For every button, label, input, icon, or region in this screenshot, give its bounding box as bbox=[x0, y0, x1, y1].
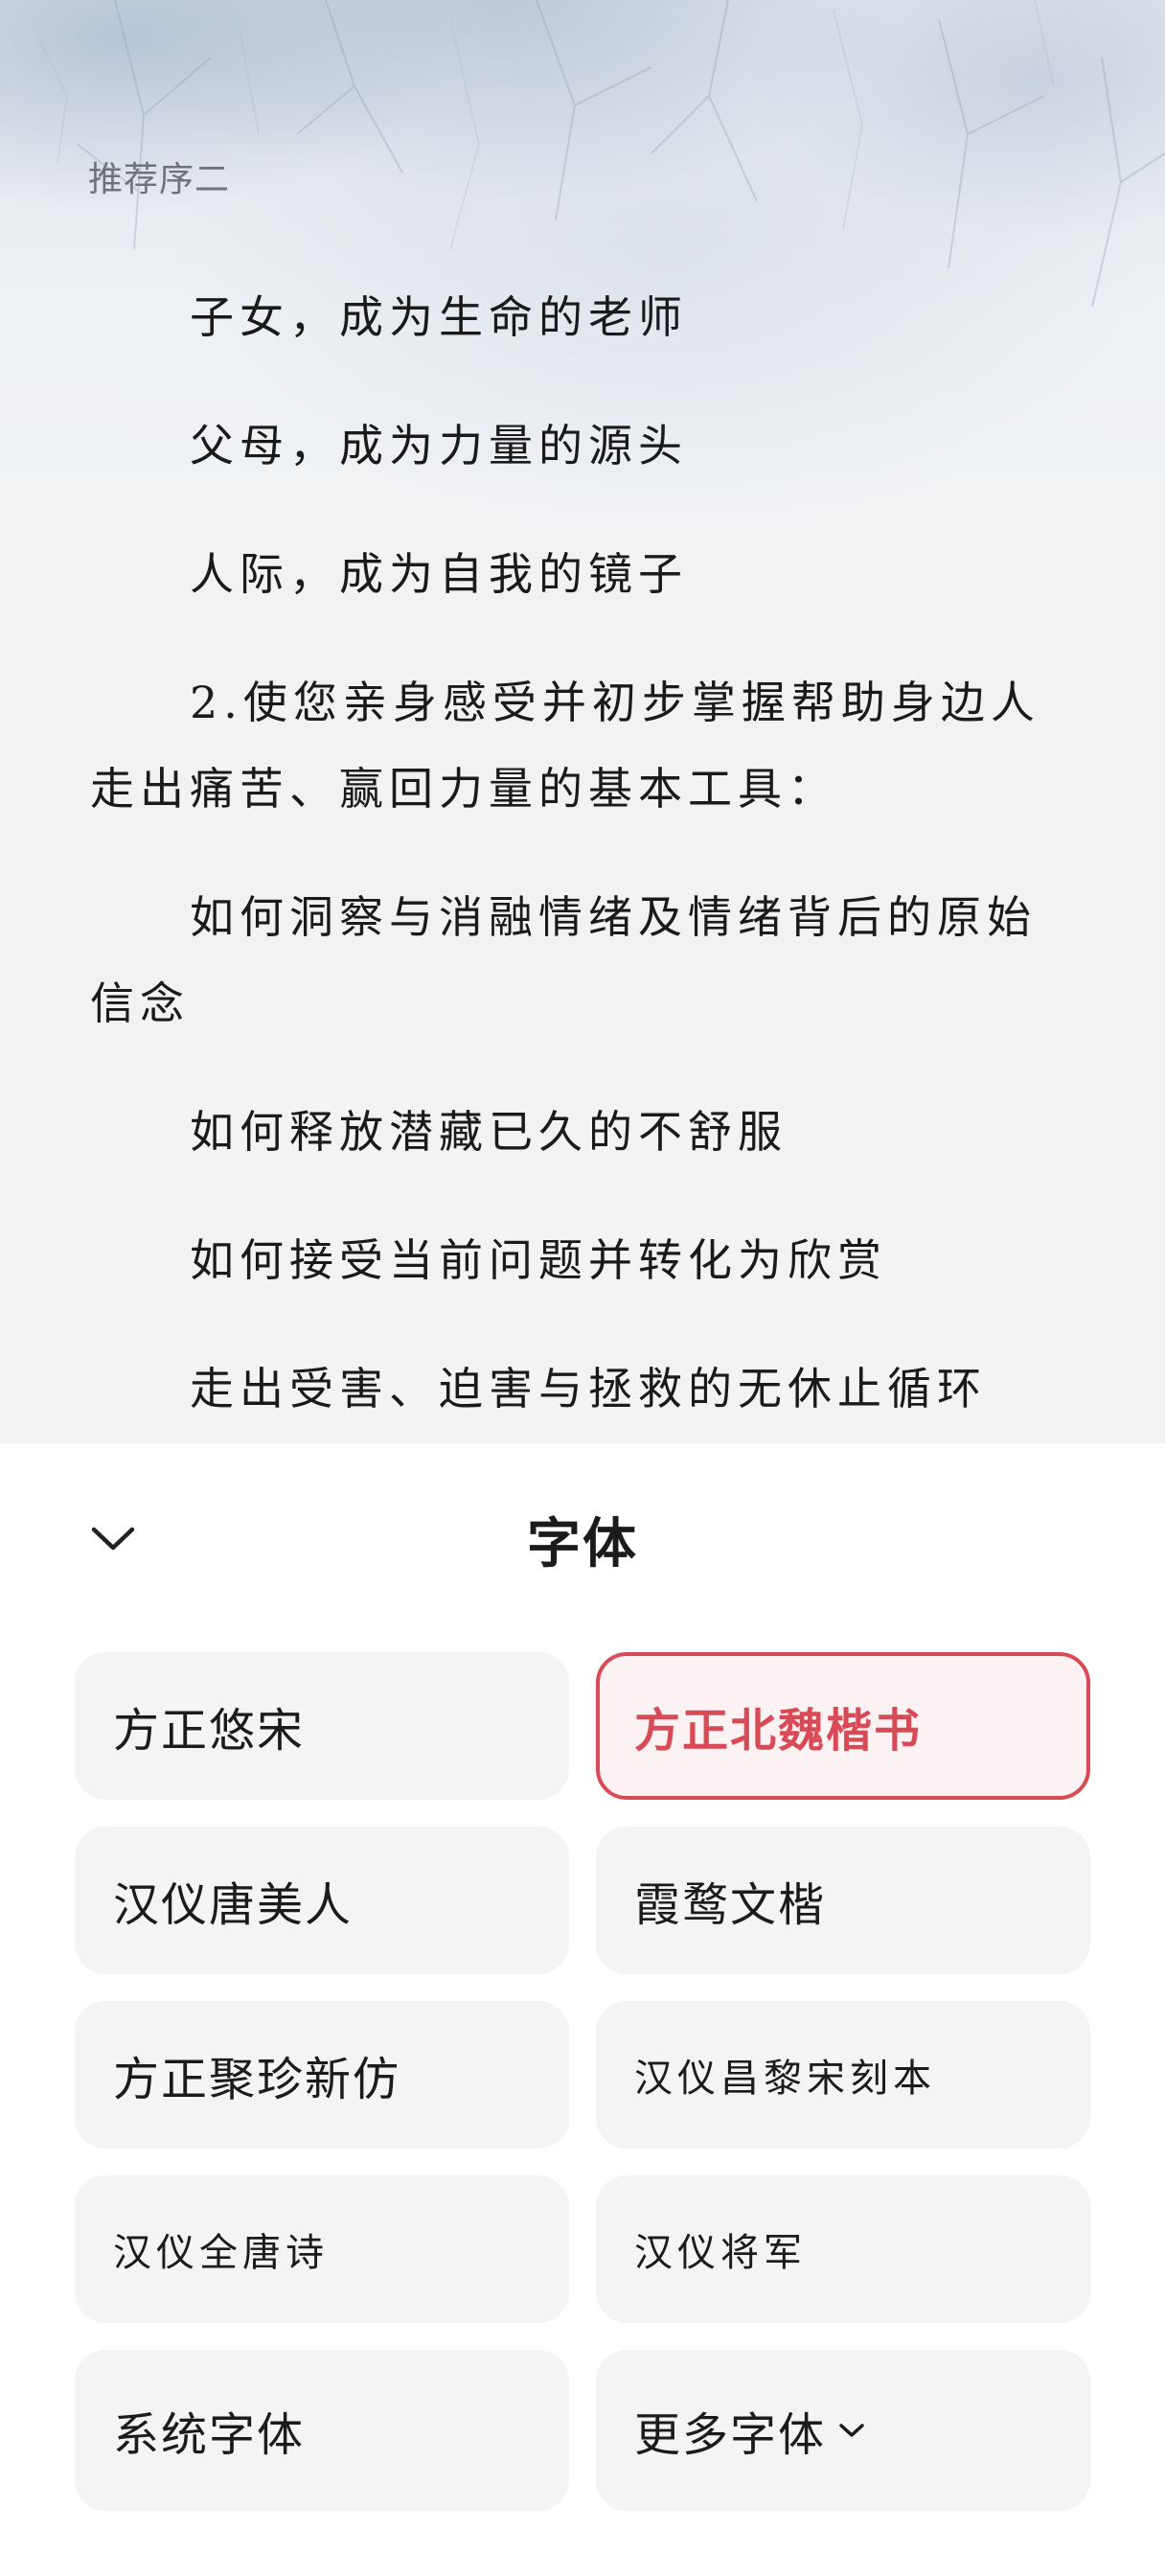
paragraph: 如何释放潜藏已久的不舒服 bbox=[190, 1106, 788, 1158]
more-fonts-button[interactable]: 更多字体 bbox=[596, 2350, 1090, 2511]
paragraph: 人际，成为自我的镜子 bbox=[190, 548, 688, 600]
chapter-title: 推荐序二 bbox=[88, 160, 231, 199]
paragraph: 2.使您亲身感受并初步掌握帮助身边人走出痛苦、赢回力量的基本工具： bbox=[90, 677, 1040, 815]
paragraph: 如何接受当前问题并转化为欣赏 bbox=[190, 1234, 887, 1286]
font-panel-header: 字体 bbox=[0, 1443, 1165, 1644]
font-option-hanyi-changli-songkeben[interactable]: 汉仪昌黎宋刻本 bbox=[596, 2001, 1090, 2149]
paragraph: 走出受害、迫害与拯救的无休止循环 bbox=[190, 1363, 987, 1414]
font-option-fangzheng-beiwei-kaishu[interactable]: 方正北魏楷书 bbox=[596, 1652, 1090, 1800]
font-option-fangzheng-juzhen-xinfang[interactable]: 方正聚珍新仿 bbox=[75, 2001, 569, 2149]
panel-title: 字体 bbox=[527, 1513, 638, 1576]
font-option-hanyi-tangmeiren[interactable]: 汉仪唐美人 bbox=[75, 1827, 569, 1974]
font-option-hanyi-jiangjun[interactable]: 汉仪将军 bbox=[596, 2175, 1090, 2323]
paragraph: 子女，成为生命的老师 bbox=[190, 291, 688, 343]
font-option-hanyi-quantangshi[interactable]: 汉仪全唐诗 bbox=[75, 2175, 569, 2323]
paragraph: 如何洞察与消融情绪及情绪背后的原始信念 bbox=[90, 891, 1037, 1029]
chevron-down-icon bbox=[837, 2421, 866, 2440]
chapter-body: 子女，成为生命的老师 父母，成为力量的源头 人际，成为自我的镜子 2.使您亲身感… bbox=[90, 274, 1077, 1443]
system-font-option[interactable]: 系统字体 bbox=[75, 2350, 569, 2511]
more-fonts-label: 更多字体 bbox=[634, 2408, 827, 2462]
paragraph: 父母，成为力量的源头 bbox=[190, 420, 688, 472]
font-option-xiawu-wenkai[interactable]: 霞鹜文楷 bbox=[596, 1827, 1090, 1974]
reader-page[interactable]: 推荐序二 子女，成为生命的老师 父母，成为力量的源头 人际，成为自我的镜子 2.… bbox=[0, 0, 1165, 1443]
font-grid: 方正悠宋 方正北魏楷书 汉仪唐美人 霞鹜文楷 方正聚珍新仿 汉仪昌黎宋刻本 汉仪… bbox=[75, 1652, 1090, 2511]
font-panel: 字体 方正悠宋 方正北魏楷书 汉仪唐美人 霞鹜文楷 方正聚珍新仿 汉仪昌黎宋刻本… bbox=[0, 1443, 1165, 2576]
font-option-fangzheng-yousong[interactable]: 方正悠宋 bbox=[75, 1652, 569, 1800]
